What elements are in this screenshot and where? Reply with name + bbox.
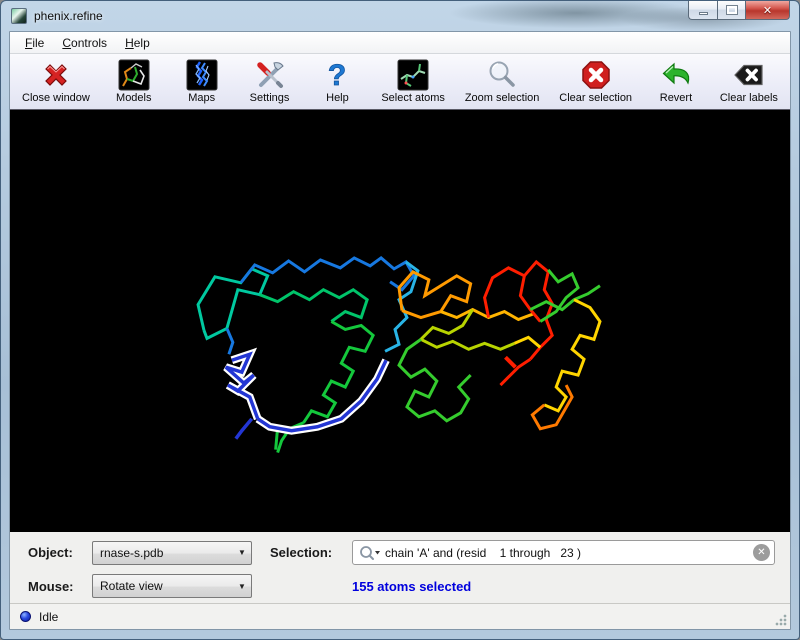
selection-input-value: chain 'A' and (resid 1 through 23 ) [385, 546, 753, 560]
toolbar-button-models[interactable]: Models [108, 57, 160, 105]
toolbar-button-label: Help [326, 92, 349, 104]
maps-thumbnail-icon [185, 58, 218, 91]
mouse-row: Mouse: Rotate view ▼ 155 atoms selected [28, 574, 775, 598]
object-row: Object: rnase-s.pdb ▼ Selection: chain '… [28, 540, 775, 565]
object-select-value: rnase-s.pdb [93, 546, 233, 560]
statusbar: Idle [10, 603, 790, 629]
toolbar-button-label: Settings [250, 92, 290, 104]
settings-tools-icon [253, 58, 286, 91]
window-controls: ✕ [688, 1, 790, 20]
revert-arrow-icon [659, 58, 692, 91]
status-text: Idle [39, 610, 58, 624]
chevron-down-icon: ▼ [233, 548, 251, 557]
mouse-select[interactable]: Rotate view ▼ [92, 574, 252, 598]
phenix-refine-window: phenix.refine ✕ FileControlsHelp Close w… [0, 0, 800, 640]
toolbar-button-help[interactable]: ?Help [311, 57, 363, 105]
toolbar-button-label: Maps [188, 92, 215, 104]
close-window-icon [39, 58, 72, 91]
toolbar-button-select-atoms[interactable]: Select atoms [379, 57, 447, 105]
clear-labels-tag-icon [732, 58, 765, 91]
select-atoms-thumbnail-icon [397, 58, 430, 91]
toolbar-button-label: Select atoms [381, 92, 445, 104]
maximize-icon [727, 6, 737, 14]
mouse-label: Mouse: [28, 579, 92, 594]
toolbar-button-label: Clear labels [720, 92, 778, 104]
toolbar-button-label: Close window [22, 92, 90, 104]
chevron-down-icon: ▼ [233, 582, 251, 591]
client-area: FileControlsHelp Close windowModelsMapsS… [9, 31, 791, 630]
selection-label: Selection: [270, 545, 352, 560]
toolbar-button-clear-selection[interactable]: Clear selection [557, 57, 634, 105]
selection-input[interactable]: chain 'A' and (resid 1 through 23 ) ✕ [352, 540, 775, 565]
molecule-render [10, 110, 790, 532]
mouse-select-value: Rotate view [93, 579, 233, 593]
toolbar-button-zoom-selection[interactable]: Zoom selection [463, 57, 542, 105]
search-icon[interactable] [359, 545, 385, 561]
minimize-button[interactable] [688, 1, 717, 20]
toolbar-button-label: Revert [660, 92, 692, 104]
app-icon [11, 8, 27, 24]
svg-text:?: ? [328, 59, 346, 91]
toolbar-button-label: Clear selection [559, 92, 632, 104]
clear-field-button[interactable]: ✕ [753, 544, 770, 561]
help-question-icon: ? [321, 58, 354, 91]
models-thumbnail-icon [117, 58, 150, 91]
toolbar-button-maps[interactable]: Maps [176, 57, 228, 105]
toolbar-button-label: Zoom selection [465, 92, 540, 104]
toolbar-button-clear-labels[interactable]: Clear labels [718, 57, 780, 105]
zoom-magnifier-icon [486, 58, 519, 91]
clear-selection-stop-icon [579, 58, 612, 91]
object-label: Object: [28, 545, 92, 560]
status-indicator-icon [20, 611, 31, 622]
atoms-selected-text: 155 atoms selected [352, 579, 471, 594]
object-select[interactable]: rnase-s.pdb ▼ [92, 541, 252, 565]
resize-grip[interactable] [775, 614, 787, 626]
window-title: phenix.refine [34, 9, 103, 23]
maximize-button[interactable] [717, 1, 745, 20]
close-icon: ✕ [763, 4, 772, 17]
viewer-canvas[interactable] [10, 110, 790, 532]
toolbar-button-close-window[interactable]: Close window [20, 57, 92, 105]
controls-panel: Object: rnase-s.pdb ▼ Selection: chain '… [10, 532, 790, 603]
menu-item-controls[interactable]: Controls [53, 34, 116, 52]
toolbar-button-revert[interactable]: Revert [650, 57, 702, 105]
menubar: FileControlsHelp [10, 32, 790, 54]
close-button[interactable]: ✕ [745, 1, 790, 20]
toolbar: Close windowModelsMapsSettings?HelpSelec… [10, 54, 790, 110]
menu-item-file[interactable]: File [16, 34, 53, 52]
toolbar-button-label: Models [116, 92, 151, 104]
minimize-icon [699, 12, 708, 15]
toolbar-button-settings[interactable]: Settings [244, 57, 296, 105]
window-titlebar[interactable]: phenix.refine [1, 1, 799, 31]
menu-item-help[interactable]: Help [116, 34, 159, 52]
